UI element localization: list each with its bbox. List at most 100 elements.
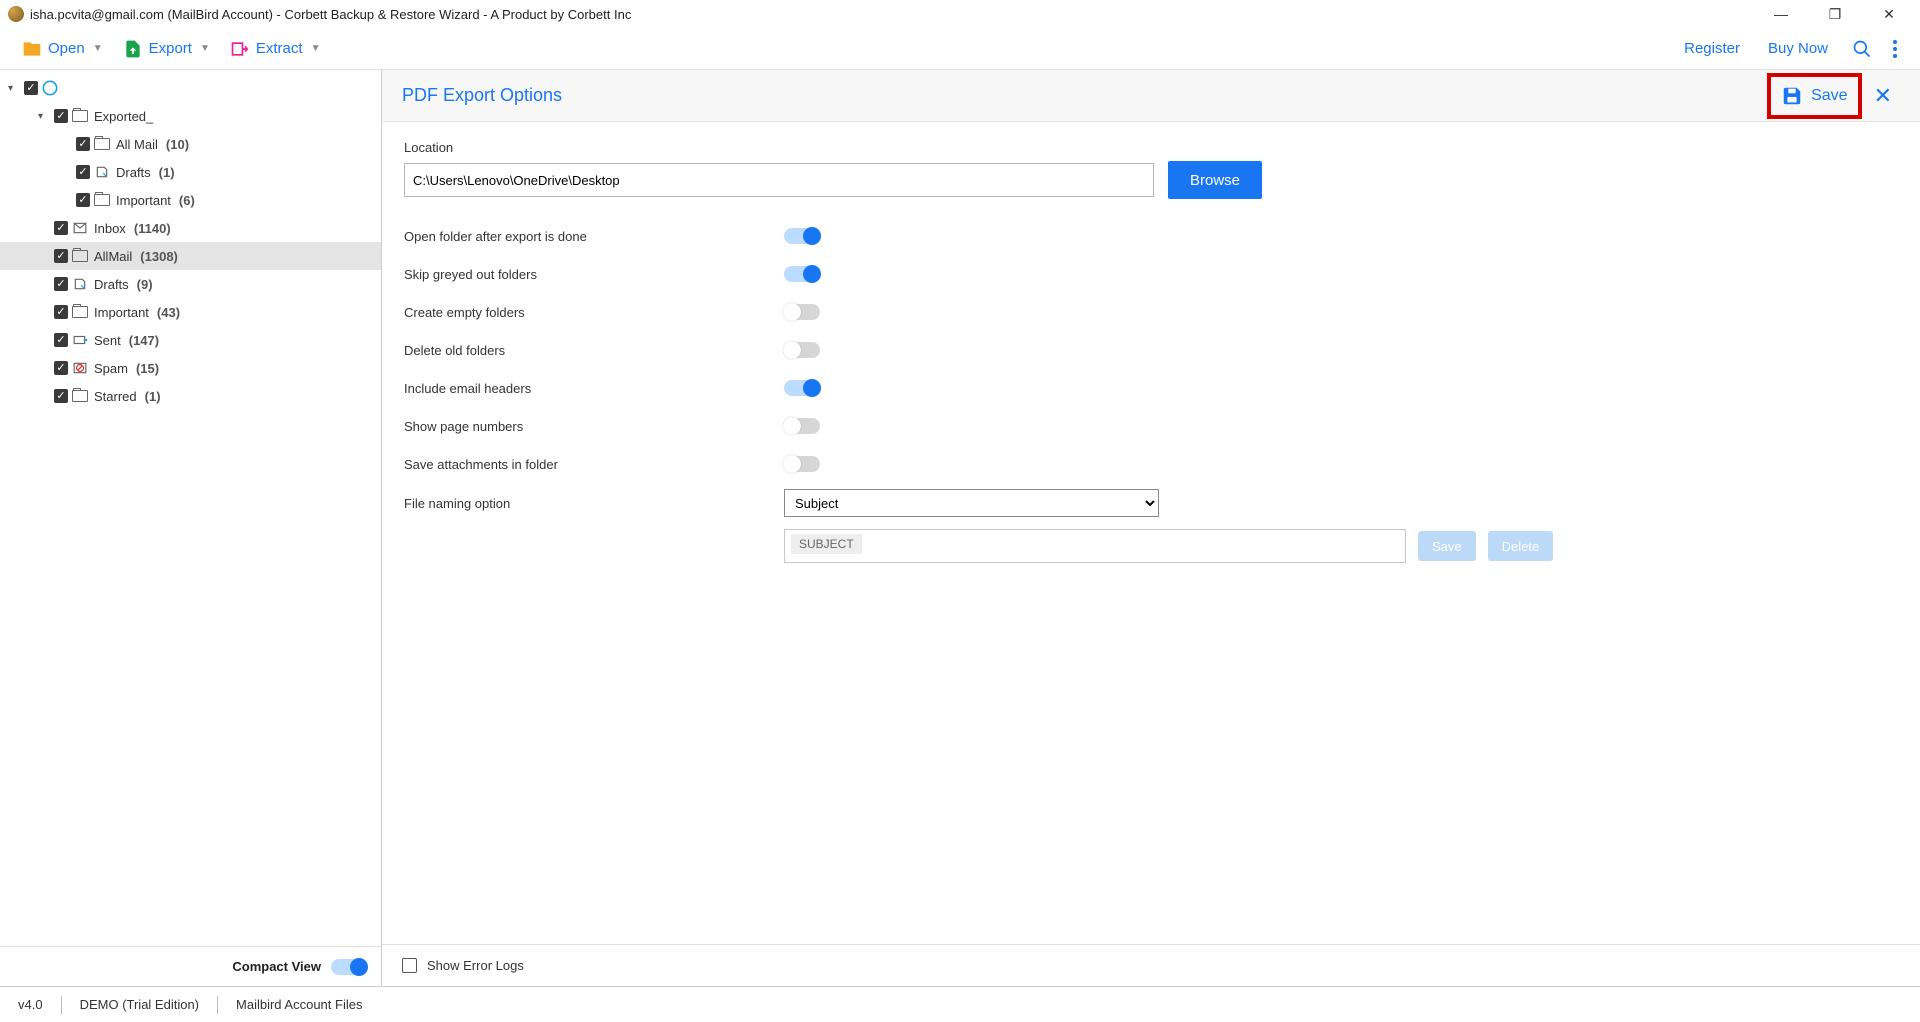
tree-label: Drafts [116,165,151,180]
tree-drafts[interactable]: ✓ Drafts (9) [0,270,381,298]
tree-allmail-sub[interactable]: ✓ All Mail (10) [0,130,381,158]
browse-button[interactable]: Browse [1168,161,1262,199]
tree-inbox[interactable]: ✓ Inbox (1140) [0,214,381,242]
content-footer: Show Error Logs [382,944,1920,986]
tree-count: (1) [145,389,161,404]
export-button[interactable]: Export ▼ [113,33,220,65]
checkbox[interactable]: ✓ [24,81,38,95]
tree-label: Drafts [94,277,129,292]
tree-label: All Mail [116,137,158,152]
tree-count: (43) [157,305,180,320]
search-icon[interactable] [1842,33,1882,65]
tree-count: (10) [166,137,189,152]
location-label: Location [404,140,1898,155]
status-demo: DEMO (Trial Edition) [80,997,199,1012]
naming-save-button[interactable]: Save [1418,531,1476,561]
tree-count: (1140) [134,221,171,236]
sidebar: ▾ ✓ ▾ ✓ Exported_ ✓ All Mail (10) ✓ Dr [0,70,382,986]
compact-view-toggle[interactable] [331,959,367,975]
inbox-icon [72,221,88,235]
chevron-down-icon[interactable]: ▾ [38,111,50,122]
opt-delete-old-toggle[interactable] [784,342,820,358]
folder-icon [72,249,88,263]
tree-spam[interactable]: ✓ Spam (15) [0,354,381,382]
checkbox[interactable]: ✓ [54,249,68,263]
tree-count: (1308) [140,249,178,264]
opt-create-empty-label: Create empty folders [404,305,784,320]
opt-open-after-toggle[interactable] [784,228,820,244]
tree-starred[interactable]: ✓ Starred (1) [0,382,381,410]
checkbox[interactable]: ✓ [76,193,90,207]
save-label: Save [1811,87,1847,105]
close-button[interactable]: ✕ [1874,6,1904,23]
checkbox[interactable]: ✓ [54,109,68,123]
tree-label: Inbox [94,221,126,236]
checkbox[interactable]: ✓ [54,221,68,235]
checkbox[interactable]: ✓ [54,305,68,319]
save-button[interactable]: Save [1767,73,1861,119]
checkbox[interactable]: ✓ [54,389,68,403]
folder-tree: ▾ ✓ ▾ ✓ Exported_ ✓ All Mail (10) ✓ Dr [0,70,381,946]
tree-label: AllMail [94,249,132,264]
opt-show-page-toggle[interactable] [784,418,820,434]
tree-label: Sent [94,333,121,348]
tree-exported[interactable]: ▾ ✓ Exported_ [0,102,381,130]
buy-now-link[interactable]: Buy Now [1754,34,1842,63]
save-icon [1781,85,1803,107]
status-version: v4.0 [18,997,43,1012]
folder-icon [72,305,88,319]
tree-important-sub[interactable]: ✓ Important (6) [0,186,381,214]
tree-drafts-sub[interactable]: ✓ Drafts (1) [0,158,381,186]
opt-save-attach-toggle[interactable] [784,456,820,472]
tree-allmail[interactable]: ✓ AllMail (1308) [0,242,381,270]
opt-skip-greyed-toggle[interactable] [784,266,820,282]
tree-root[interactable]: ▾ ✓ [0,74,381,102]
chevron-down-icon[interactable]: ▾ [8,83,20,94]
naming-pattern-input[interactable]: SUBJECT [784,529,1406,563]
show-error-logs-label: Show Error Logs [427,958,524,973]
compact-view-bar: Compact View [0,946,381,986]
tree-count: (9) [137,277,153,292]
toolbar: Open ▼ Export ▼ Extract ▼ Register Buy N… [0,28,1920,70]
checkbox[interactable]: ✓ [54,277,68,291]
more-icon[interactable] [1882,33,1908,65]
opt-delete-old-label: Delete old folders [404,343,784,358]
opt-open-after-label: Open folder after export is done [404,229,784,244]
window-title: isha.pcvita@gmail.com (MailBird Account)… [30,7,631,22]
register-link[interactable]: Register [1670,34,1754,63]
tree-count: (15) [136,361,159,376]
file-naming-select[interactable]: Subject [784,489,1159,517]
folder-open-icon [22,39,42,59]
maximize-button[interactable]: ❐ [1820,6,1850,23]
extract-label: Extract [256,40,303,57]
extract-button[interactable]: Extract ▼ [220,33,331,65]
spam-icon [72,361,88,375]
opt-save-attach-label: Save attachments in folder [404,457,784,472]
checkbox[interactable]: ✓ [76,165,90,179]
tree-label: Important [94,305,149,320]
chevron-down-icon: ▼ [311,43,321,54]
open-label: Open [48,40,85,57]
checkbox[interactable]: ✓ [54,333,68,347]
opt-create-empty-toggle[interactable] [784,304,820,320]
folder-icon [72,389,88,403]
checkbox[interactable]: ✓ [54,361,68,375]
chevron-down-icon: ▼ [200,43,210,54]
show-error-logs-checkbox[interactable] [402,958,417,973]
tree-sent[interactable]: ✓ Sent (147) [0,326,381,354]
panel-title: PDF Export Options [402,85,562,106]
opt-include-headers-label: Include email headers [404,381,784,396]
location-input[interactable] [404,163,1154,197]
app-icon [8,6,24,22]
minimize-button[interactable]: — [1766,6,1796,23]
open-button[interactable]: Open ▼ [12,33,113,65]
close-panel-button[interactable]: ✕ [1866,83,1900,109]
naming-delete-button[interactable]: Delete [1488,531,1554,561]
extract-icon [230,39,250,59]
naming-chip: SUBJECT [791,534,862,554]
checkbox[interactable]: ✓ [76,137,90,151]
tree-important[interactable]: ✓ Important (43) [0,298,381,326]
statusbar: v4.0 DEMO (Trial Edition) Mailbird Accou… [0,986,1920,1022]
compact-view-label: Compact View [232,959,321,974]
opt-include-headers-toggle[interactable] [784,380,820,396]
